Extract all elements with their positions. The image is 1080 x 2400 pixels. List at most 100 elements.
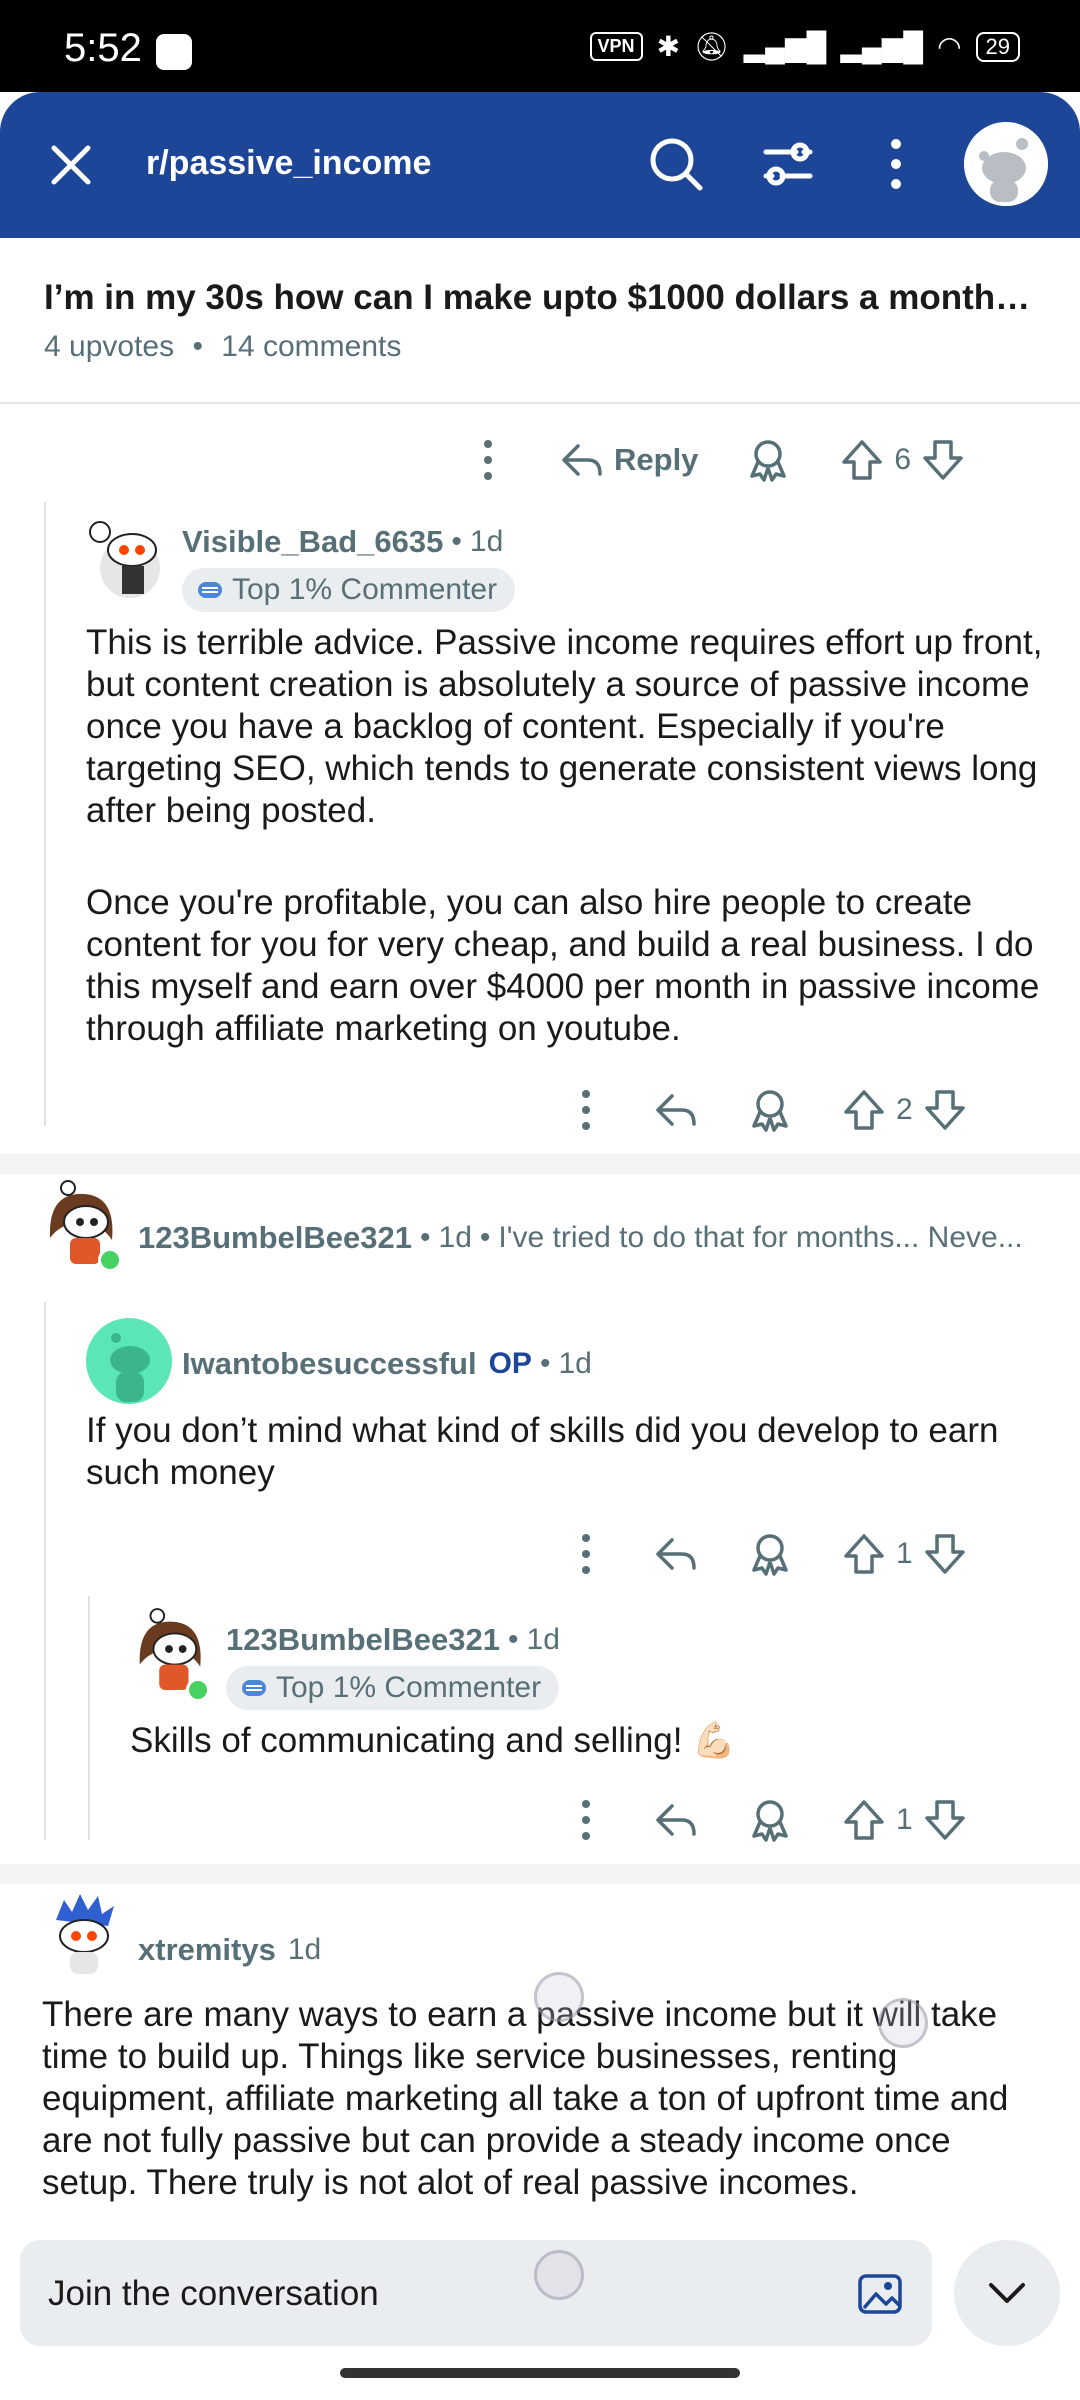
touch-indicator bbox=[534, 1972, 584, 2022]
comment-age: 1d bbox=[438, 1221, 472, 1254]
reply-icon[interactable] bbox=[652, 1086, 700, 1134]
comment-actions: 2 bbox=[556, 1078, 969, 1142]
more-options-icon[interactable] bbox=[458, 430, 518, 490]
online-indicator bbox=[98, 1248, 122, 1272]
reply-label: Reply bbox=[614, 442, 699, 477]
comment-header: Visible_Bad_6635 • 1d bbox=[182, 524, 503, 560]
battery-icon: 29 bbox=[975, 31, 1020, 62]
downvote-icon[interactable] bbox=[921, 1086, 969, 1134]
commenter-badge: Top 1% Commenter bbox=[182, 568, 516, 612]
comment-age: 1d bbox=[287, 1933, 322, 1966]
post-meta: 4 upvotes • 14 comments bbox=[44, 330, 1036, 364]
vote-count: 6 bbox=[894, 443, 912, 476]
bluetooth-icon: ✱ bbox=[656, 31, 681, 62]
composer-placeholder: Join the conversation bbox=[48, 2274, 379, 2313]
badge-label: Top 1% Commenter bbox=[276, 1671, 542, 1704]
signal-icon-2: ▂▄▆█ bbox=[840, 31, 924, 62]
touch-indicator bbox=[878, 1998, 928, 2048]
downvote-icon[interactable] bbox=[921, 1530, 969, 1578]
reply-icon[interactable] bbox=[652, 1796, 700, 1844]
user-avatar[interactable] bbox=[964, 122, 1048, 206]
reply-icon bbox=[562, 444, 602, 476]
award-icon[interactable] bbox=[746, 1796, 794, 1844]
avatar[interactable] bbox=[86, 510, 164, 600]
award-icon[interactable] bbox=[744, 436, 792, 484]
comment-age: 1d bbox=[469, 525, 504, 558]
touch-indicator bbox=[534, 2250, 584, 2300]
signal-icon: ▂▄▆█ bbox=[743, 31, 827, 62]
status-time: 5:52 bbox=[64, 26, 142, 70]
comment-count: 14 comments bbox=[221, 330, 402, 363]
chevron-down-icon bbox=[989, 2283, 1025, 2303]
more-options-icon[interactable] bbox=[864, 132, 928, 196]
image-upload-icon[interactable] bbox=[856, 2270, 904, 2318]
reply-button[interactable]: Reply bbox=[558, 436, 698, 484]
comment-actions: 1 bbox=[556, 1522, 969, 1586]
online-indicator bbox=[186, 1678, 210, 1702]
parent-comment-actions: Reply 6 bbox=[458, 428, 967, 492]
status-bar: 5:52 VPN ✱ 🔕︎ ▂▄▆█ ▂▄▆█ ◠ 29 bbox=[0, 0, 1080, 92]
separator: • bbox=[451, 525, 462, 558]
more-options-icon[interactable] bbox=[556, 1080, 616, 1140]
op-badge: OP bbox=[488, 1347, 532, 1380]
award-icon[interactable] bbox=[746, 1530, 794, 1578]
separator: • bbox=[479, 1221, 491, 1254]
collapse-button[interactable] bbox=[954, 2240, 1060, 2346]
wifi-icon: ◠ bbox=[937, 31, 962, 62]
downvote-icon[interactable] bbox=[921, 1796, 969, 1844]
comment-age: 1d bbox=[526, 1623, 560, 1656]
close-icon[interactable] bbox=[46, 140, 96, 190]
upvote-icon[interactable] bbox=[840, 1086, 888, 1134]
join-conversation-input[interactable]: Join the conversation bbox=[20, 2240, 932, 2346]
sort-filter-icon[interactable] bbox=[756, 132, 820, 196]
badge-icon bbox=[198, 582, 222, 598]
comment-body: If you don’t mind what kind of skills di… bbox=[86, 1411, 999, 1492]
vote-count: 1 bbox=[896, 1537, 913, 1570]
search-icon[interactable] bbox=[644, 132, 708, 196]
upvote-count: 4 upvotes bbox=[44, 330, 175, 363]
vote-count: 1 bbox=[896, 1803, 913, 1836]
username[interactable]: 123BumbelBee321 bbox=[226, 1622, 500, 1658]
meta-separator: • bbox=[192, 330, 203, 363]
subreddit-name[interactable]: r/passive_income bbox=[146, 144, 431, 183]
upvote-icon[interactable] bbox=[840, 1530, 888, 1578]
vote-count: 2 bbox=[896, 1093, 913, 1126]
comment-body: This is terrible advice. Passive income … bbox=[86, 623, 1043, 830]
more-options-icon[interactable] bbox=[556, 1790, 616, 1850]
separator: • bbox=[508, 1623, 519, 1656]
more-options-icon[interactable] bbox=[556, 1524, 616, 1584]
reply-icon[interactable] bbox=[652, 1530, 700, 1578]
comment-actions: 1 bbox=[556, 1788, 969, 1852]
username[interactable]: Visible_Bad_6635 bbox=[182, 524, 443, 560]
notification-app-icon bbox=[156, 34, 192, 70]
collapsed-comment-header[interactable]: 123BumbelBee321 • 1d • I've tried to do … bbox=[138, 1220, 1038, 1256]
upvote-icon[interactable] bbox=[840, 1796, 888, 1844]
thread-rail[interactable] bbox=[44, 502, 46, 1126]
award-icon[interactable] bbox=[746, 1086, 794, 1134]
commenter-badge: Top 1% Commenter bbox=[226, 1666, 560, 1710]
thread-separator bbox=[0, 1154, 1080, 1174]
thread-separator bbox=[0, 1864, 1080, 1884]
username[interactable]: 123BumbelBee321 bbox=[138, 1220, 412, 1256]
avatar[interactable] bbox=[44, 1886, 122, 1978]
thread-rail[interactable] bbox=[88, 1596, 90, 1840]
status-icons: VPN ✱ 🔕︎ ▂▄▆█ ▂▄▆█ ◠ 29 bbox=[589, 30, 1020, 63]
comment-body: Skills of communicating and selling! 💪🏻 bbox=[130, 1721, 736, 1760]
avatar[interactable] bbox=[86, 1318, 172, 1404]
comment-age: 1d bbox=[558, 1347, 592, 1380]
post-title[interactable]: I’m in my 30s how can I make upto $1000 … bbox=[44, 278, 1036, 318]
separator: • bbox=[539, 1347, 551, 1380]
thread-rail[interactable] bbox=[44, 1302, 46, 1840]
comment-header: Iwantobesuccessful OP • 1d bbox=[182, 1346, 592, 1382]
comment-body-continued: Once you're profitable, you can also hir… bbox=[86, 883, 1040, 1048]
home-indicator[interactable] bbox=[340, 2368, 740, 2378]
badge-icon bbox=[242, 1680, 266, 1696]
comment-header: 123BumbelBee321 • 1d bbox=[226, 1622, 560, 1658]
downvote-icon[interactable] bbox=[919, 436, 967, 484]
username[interactable]: xtremitys bbox=[138, 1932, 276, 1968]
username[interactable]: Iwantobesuccessful bbox=[182, 1346, 477, 1382]
post-header[interactable]: I’m in my 30s how can I make upto $1000 … bbox=[0, 238, 1080, 404]
vpn-icon: VPN bbox=[589, 32, 643, 61]
upvote-icon[interactable] bbox=[838, 436, 886, 484]
mute-icon: 🔕︎ bbox=[694, 31, 730, 62]
